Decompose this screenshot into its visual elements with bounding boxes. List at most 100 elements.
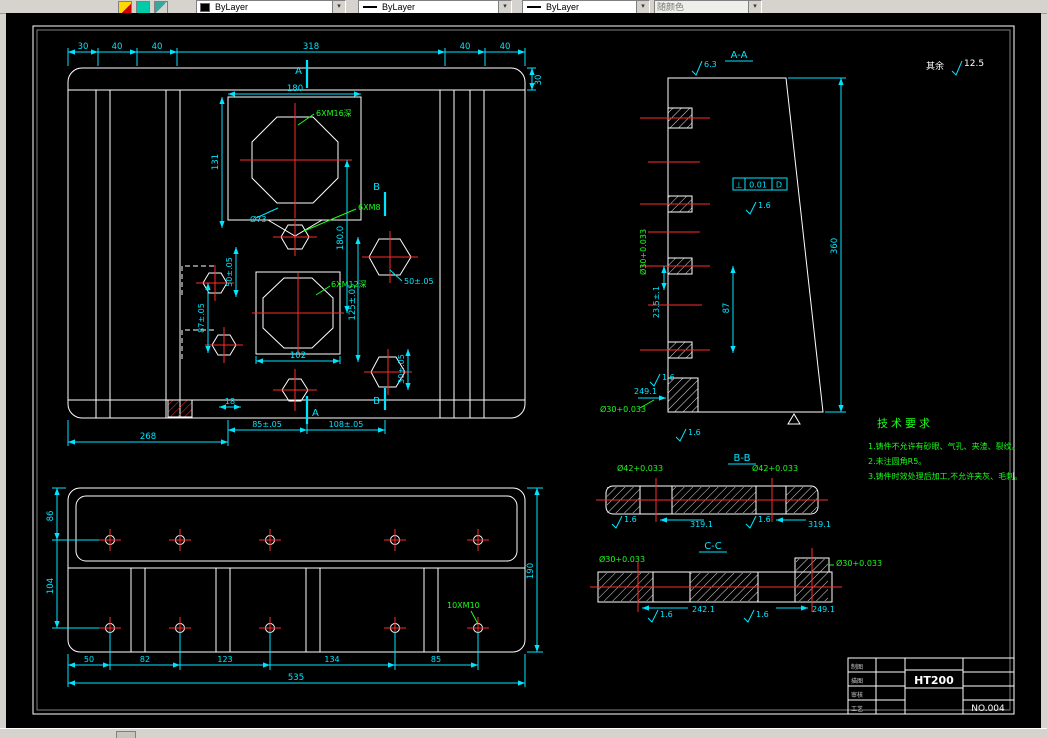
general-finish-value[interactable]: 12.5: [964, 59, 984, 69]
section-cc[interactable]: C-C Ø30+0.033 Ø30+0.033 242.1 249.1 1.6 …: [590, 541, 882, 623]
dim-30-05[interactable]: 30±.05: [397, 354, 406, 384]
dropdown-arrow-icon[interactable]: ▾: [332, 1, 345, 13]
side-view-geometry[interactable]: [67, 487, 526, 653]
dim-40[interactable]: 40: [460, 42, 471, 52]
dim-cc-right[interactable]: 249.1: [812, 605, 835, 614]
section-label-b-bottom[interactable]: B: [373, 396, 380, 407]
dim-30-right[interactable]: 30: [534, 75, 544, 86]
general-finish-note[interactable]: 其余 12.5: [926, 59, 984, 76]
dim-86[interactable]: 86: [46, 511, 56, 522]
dim-180[interactable]: 180: [287, 84, 303, 94]
dim-190[interactable]: 190: [526, 563, 536, 579]
dim-180-0[interactable]: 180.0: [336, 226, 346, 250]
section-aa[interactable]: A-A 360 87 23.5±.1 249.1 ⊥ 0.01 D 6.3 1.…: [600, 50, 846, 442]
aa-centerlines: [640, 117, 710, 351]
dia-73-callout[interactable]: Ø73: [250, 214, 266, 224]
fcf-datum[interactable]: D: [776, 181, 782, 190]
section-bb-title[interactable]: B-B: [734, 453, 751, 464]
finish-1-6-b[interactable]: 1.6: [662, 373, 675, 382]
datum-flag[interactable]: [787, 413, 801, 425]
dropdown-arrow-icon[interactable]: ▾: [636, 1, 649, 13]
bore-callout-d30-side[interactable]: Ø30+0.033: [638, 229, 648, 275]
finish-1-6-c[interactable]: 1.6: [688, 428, 701, 437]
status-bar-box: [116, 731, 136, 738]
dim-134[interactable]: 134: [324, 655, 339, 664]
dim-249-1[interactable]: 249.1: [634, 387, 657, 396]
dim-40[interactable]: 40: [152, 42, 163, 52]
section-aa-title[interactable]: A-A: [731, 50, 748, 61]
dim-30[interactable]: 30: [78, 42, 89, 52]
finish-6-3[interactable]: 6.3: [704, 60, 717, 69]
dim-23-5[interactable]: 23.5±.1: [652, 286, 661, 318]
hatched-boss[interactable]: [167, 399, 193, 418]
dim-50[interactable]: 50: [84, 655, 94, 664]
tech-req-item-1[interactable]: 1.铸件不允许有砂眼、气孔、夹渣、裂纹。: [868, 441, 1020, 451]
drawing-sheet[interactable]: 30 40 40 318 40 40 30 180 131 180.0 125±…: [6, 13, 1041, 728]
technical-requirements[interactable]: 技术要求 1.铸件不允许有砂眼、气孔、夹渣、裂纹。 2.未注圆角R5。 3.铸件…: [868, 417, 1022, 481]
dim-102[interactable]: 102: [290, 351, 306, 361]
dim-40[interactable]: 40: [112, 42, 123, 52]
dropdown-arrow-icon[interactable]: ▾: [498, 1, 511, 13]
side-view-holes: [105, 535, 483, 633]
bore-callout-d42-left[interactable]: Ø42+0.033: [617, 463, 663, 473]
dim-85[interactable]: 85±.05: [252, 420, 282, 429]
dim-82[interactable]: 82: [140, 655, 150, 664]
dim-bb-right[interactable]: 319.1: [808, 520, 831, 529]
finish-1-6-a[interactable]: 1.6: [758, 201, 771, 210]
material-spec[interactable]: HT200: [914, 674, 954, 687]
title-block[interactable]: HT200 NO.004 制图 描图 审核 工艺: [847, 657, 1015, 715]
dim-268[interactable]: 268: [140, 432, 156, 442]
section-cc-title[interactable]: C-C: [704, 541, 722, 552]
dim-bb-left[interactable]: 319.1: [690, 520, 713, 529]
dim-87[interactable]: 87: [722, 303, 732, 314]
tech-req-title[interactable]: 技术要求: [877, 417, 933, 430]
fcf-tolerance[interactable]: 0.01: [749, 181, 767, 190]
plan-view-dimensions[interactable]: 30 40 40 318 40 40 30 180 131 180.0 125±…: [67, 42, 544, 446]
finish-cc-left[interactable]: 1.6: [660, 610, 673, 619]
dim-104[interactable]: 104: [46, 578, 56, 594]
finish-bb-left[interactable]: 1.6: [624, 515, 637, 524]
dim-50-right[interactable]: 50±.05: [404, 277, 434, 286]
bore-callout-d42-right[interactable]: Ø42+0.033: [752, 463, 798, 473]
dim-125[interactable]: 125±.05: [348, 284, 358, 321]
plan-centerlines: [196, 103, 418, 411]
dim-50-left[interactable]: 50±.05: [225, 257, 234, 287]
general-finish-label[interactable]: 其余: [926, 60, 944, 72]
plan-view-geometry[interactable]: [67, 60, 526, 424]
section-label-a-bottom[interactable]: A: [312, 408, 319, 419]
thread-callout-6xm8[interactable]: 6XM8: [358, 203, 381, 212]
thread-callout-6xm12[interactable]: 6XM12深: [331, 280, 367, 289]
dim-18[interactable]: 18: [225, 397, 235, 406]
bore-callout-d30-right[interactable]: Ø30+0.033: [836, 558, 882, 568]
tech-req-item-2[interactable]: 2.未注圆角R5。: [868, 456, 926, 466]
dim-318[interactable]: 318: [303, 42, 319, 52]
dim-123[interactable]: 123: [217, 655, 232, 664]
section-bb[interactable]: B-B Ø42+0.033 Ø42+0.033 319.1 319.1 1.6 …: [596, 453, 831, 529]
dim-cc-left[interactable]: 242.1: [692, 605, 715, 614]
linetype-control-value: ByLayer: [382, 2, 416, 12]
drawing-number[interactable]: NO.004: [971, 704, 1005, 714]
side-centerlines: [99, 529, 489, 639]
linetype-sample-icon: [363, 6, 377, 8]
dim-535[interactable]: 535: [288, 673, 304, 683]
dim-87-left[interactable]: 87±.05: [197, 303, 206, 333]
cad-application-window: ByLayer ▾ ByLayer ▾ ByLayer ▾ 随颜色 ▾ 30 4…: [0, 0, 1047, 738]
tech-req-item-3[interactable]: 3.铸件时效处理后加工,不允许夹灰、毛刺。: [868, 471, 1022, 481]
finish-bb-right[interactable]: 1.6: [758, 515, 771, 524]
fcf-symbol[interactable]: ⊥: [736, 181, 743, 190]
dim-108[interactable]: 108±.05: [329, 420, 364, 429]
dim-360[interactable]: 360: [830, 238, 840, 254]
dim-131[interactable]: 131: [211, 154, 221, 170]
side-view-dimensions[interactable]: 86 104 190 50 82 123 134 85 535 10XM10: [46, 487, 543, 687]
drawing-canvas[interactable]: 30 40 40 318 40 40 30 180 131 180.0 125±…: [6, 13, 1041, 728]
thread-callout-10xm10[interactable]: 10XM10: [447, 601, 480, 610]
section-label-b-top[interactable]: B: [373, 182, 380, 193]
finish-cc-right[interactable]: 1.6: [756, 610, 769, 619]
section-label-a-top[interactable]: A: [295, 66, 302, 77]
bore-callout-d30-left[interactable]: Ø30+0.033: [599, 554, 645, 564]
dim-85b[interactable]: 85: [431, 655, 441, 664]
bore-callout-d30-bottom[interactable]: Ø30+0.033: [600, 404, 646, 414]
title-block-row-4: 工艺: [851, 705, 863, 713]
thread-callout-6xm16[interactable]: 6XM16深: [316, 109, 352, 118]
dim-40[interactable]: 40: [500, 42, 511, 52]
